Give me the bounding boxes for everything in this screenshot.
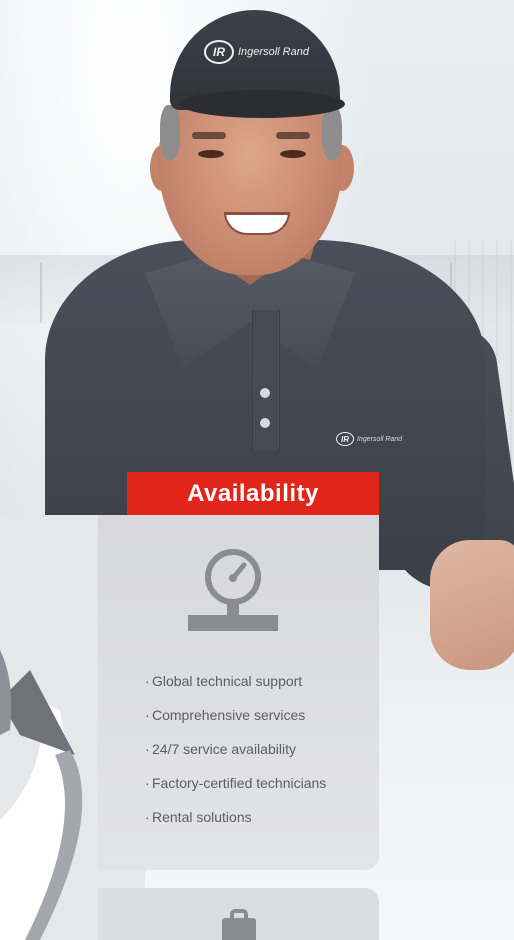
feature-text: Rental solutions bbox=[152, 809, 252, 825]
shirt-placket bbox=[252, 310, 280, 450]
eye bbox=[280, 150, 306, 158]
feature-text: Global technical support bbox=[152, 673, 303, 689]
clipboard-icon bbox=[222, 909, 256, 940]
page: IR Ingersoll Rand IR Ingersoll Rand Avai… bbox=[0, 0, 514, 940]
eyebrow bbox=[276, 132, 310, 139]
ir-logo-icon: IR bbox=[204, 40, 234, 64]
cap-brand-text: Ingersoll Rand bbox=[238, 46, 309, 58]
shirt-brand-text: Ingersoll Rand bbox=[357, 435, 403, 443]
feature-text: 24/7 service availability bbox=[152, 741, 296, 757]
ir-logo-icon: IR bbox=[336, 432, 354, 446]
list-item: · Rental solutions bbox=[145, 809, 252, 825]
shirt-button bbox=[260, 388, 270, 398]
list-item: · Global technical support bbox=[145, 673, 303, 689]
list-item: · Comprehensive services bbox=[145, 707, 306, 723]
cycle-arrow-icon bbox=[0, 580, 83, 940]
hair bbox=[322, 105, 342, 160]
card-title: Availability bbox=[127, 472, 379, 515]
eye bbox=[198, 150, 224, 158]
list-item: · 24/7 service availability bbox=[145, 741, 296, 757]
cap-logo: IR Ingersoll Rand bbox=[204, 40, 309, 64]
crossed-arm bbox=[430, 540, 514, 670]
shirt-logo: IR Ingersoll Rand bbox=[336, 432, 402, 446]
feature-text: Factory-certified technicians bbox=[152, 775, 327, 791]
hair bbox=[160, 105, 180, 160]
list-item: · Factory-certified technicians bbox=[145, 775, 327, 791]
eyebrow bbox=[192, 132, 226, 139]
shirt-button bbox=[260, 418, 270, 428]
pressure-gauge-icon bbox=[188, 549, 278, 631]
feature-list: · Global technical support · Comprehensive… bbox=[145, 664, 326, 834]
cap-brim bbox=[180, 90, 345, 118]
feature-text: Comprehensive services bbox=[152, 707, 306, 723]
